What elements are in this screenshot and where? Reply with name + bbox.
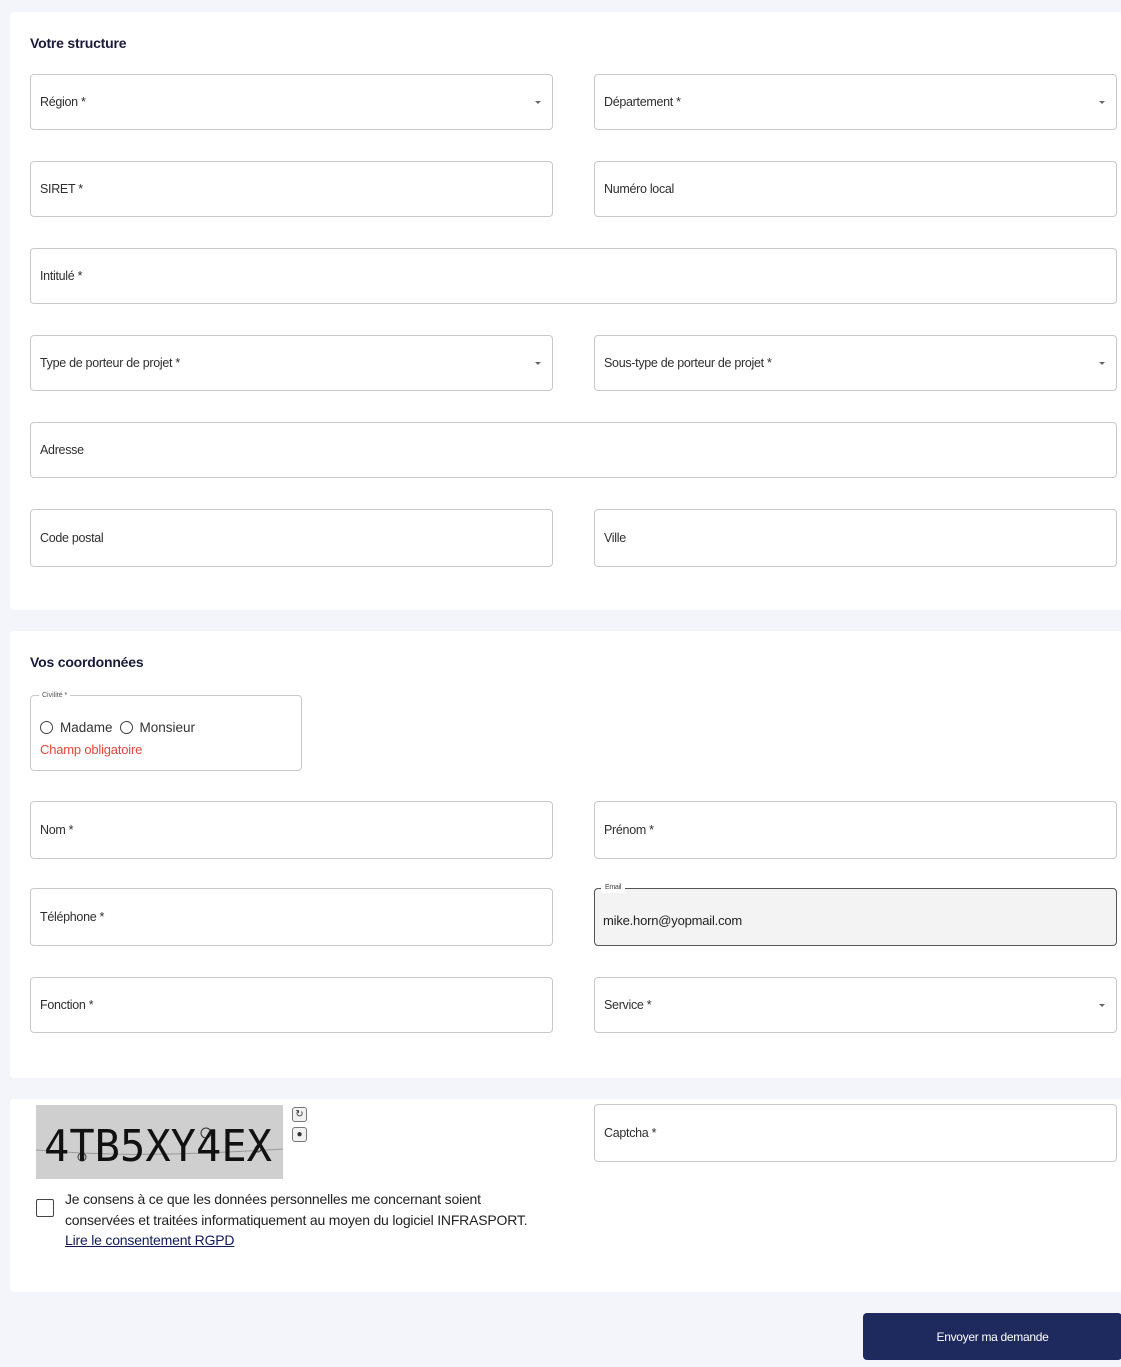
type-porteur-label: Type de porteur de projet * [40, 356, 180, 370]
departement-label: Département * [604, 95, 681, 109]
captcha-noise: 4TB5XY4EX [36, 1121, 283, 1172]
numero-local-label: Numéro local [604, 182, 675, 196]
ville-field[interactable]: Ville [594, 509, 1117, 567]
adresse-field[interactable]: Adresse [30, 422, 1117, 478]
nom-label: Nom * [40, 823, 74, 837]
structure-card: Votre structure Région * Département * S… [10, 12, 1121, 610]
email-legend: Email [601, 883, 626, 893]
civilite-group: Civilité * Madame Monsieur Champ obligat… [30, 691, 302, 771]
sous-type-porteur-select[interactable]: Sous-type de porteur de projet * [594, 335, 1117, 391]
refresh-icon[interactable]: ↻ [292, 1107, 307, 1122]
chevron-down-icon [535, 362, 541, 365]
region-label: Région * [40, 95, 86, 109]
captcha-label: Captcha * [604, 1126, 657, 1140]
chevron-down-icon [1099, 101, 1105, 104]
consent-line-2: conservées et traitées informatiquement … [65, 1211, 528, 1228]
captcha-field[interactable]: Captcha * [594, 1104, 1117, 1162]
ville-label: Ville [604, 531, 626, 545]
prenom-field[interactable]: Prénom * [594, 801, 1117, 859]
civilite-legend: Civilité * [39, 691, 71, 700]
coordonnees-section-title: Vos coordonnées [30, 654, 144, 670]
region-select[interactable]: Région * [30, 74, 553, 130]
chevron-down-icon [1099, 1004, 1105, 1007]
nom-field[interactable]: Nom * [30, 801, 553, 859]
fonction-field[interactable]: Fonction * [30, 977, 553, 1033]
intitule-field[interactable]: Intitulé * [30, 248, 1117, 304]
email-field[interactable]: Email mike.horn@yopmail.com [594, 883, 1117, 946]
intitule-label: Intitulé * [40, 269, 83, 283]
adresse-label: Adresse [40, 443, 84, 457]
coordonnees-card: Vos coordonnées Civilité * Madame Monsie… [10, 631, 1121, 1078]
consent-checkbox[interactable] [36, 1199, 54, 1217]
audio-icon[interactable]: ● [292, 1127, 307, 1142]
chevron-down-icon [535, 101, 541, 104]
siret-label: SIRET * [40, 182, 83, 196]
madame-radio[interactable] [40, 721, 53, 734]
monsieur-label[interactable]: Monsieur [140, 720, 196, 735]
consent-text: Je consens à ce que les données personne… [65, 1189, 528, 1251]
submit-button[interactable]: Envoyer ma demande [863, 1313, 1121, 1360]
type-porteur-select[interactable]: Type de porteur de projet * [30, 335, 553, 391]
chevron-down-icon [1099, 362, 1105, 365]
sous-type-porteur-label: Sous-type de porteur de projet * [604, 356, 772, 370]
service-label: Service * [604, 998, 652, 1012]
captcha-image: 4TB5XY4EX [36, 1105, 283, 1179]
code-postal-field[interactable]: Code postal [30, 509, 553, 567]
captcha-card: 4TB5XY4EX ↻ ● Captcha * Je consens à ce … [10, 1099, 1121, 1292]
svg-text:4TB5XY4EX: 4TB5XY4EX [44, 1121, 272, 1172]
civilite-error-message: Champ obligatoire [40, 742, 143, 757]
monsieur-radio[interactable] [119, 721, 133, 734]
madame-label[interactable]: Madame [60, 720, 113, 735]
numero-local-field[interactable]: Numéro local [594, 161, 1117, 217]
civilite-options: Madame Monsieur [40, 720, 202, 735]
telephone-label: Téléphone * [40, 910, 105, 924]
prenom-label: Prénom * [604, 823, 654, 837]
siret-field[interactable]: SIRET * [30, 161, 553, 217]
rgpd-consent-link[interactable]: Lire le consentement RGPD [65, 1230, 527, 1251]
fonction-label: Fonction * [40, 998, 94, 1012]
email-value: mike.horn@yopmail.com [603, 913, 743, 928]
departement-select[interactable]: Département * [594, 74, 1117, 130]
service-select[interactable]: Service * [594, 977, 1117, 1033]
consent-line-1: Je consens à ce que les données personne… [65, 1191, 481, 1207]
telephone-field[interactable]: Téléphone * [30, 888, 553, 946]
code-postal-label: Code postal [40, 531, 104, 545]
structure-section-title: Votre structure [30, 35, 127, 51]
